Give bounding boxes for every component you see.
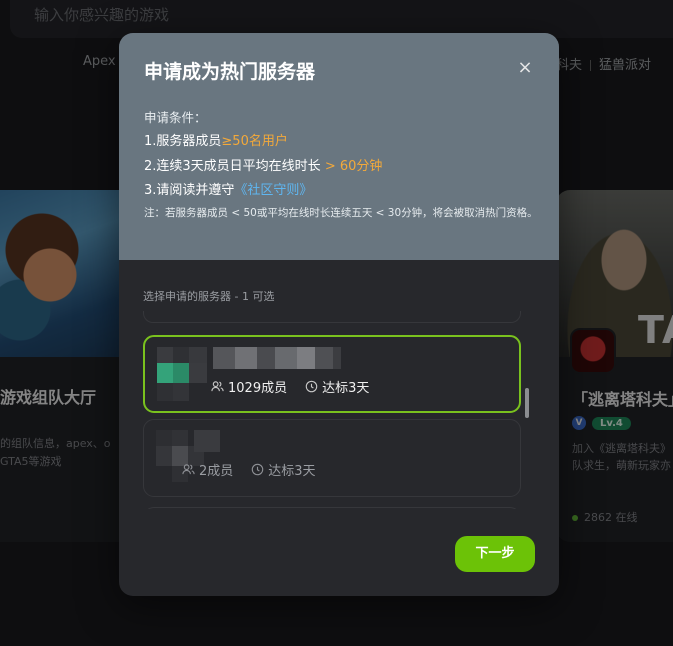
member-count: 1029成员 bbox=[228, 381, 288, 396]
clock-icon bbox=[252, 463, 264, 476]
qualified-days: 达标3天 bbox=[268, 464, 316, 479]
users-icon bbox=[182, 464, 195, 475]
select-server-label: 选择申请的服务器 - 1 可选 bbox=[143, 290, 275, 303]
condition-highlight: > 60分钟 bbox=[320, 159, 383, 174]
condition-rules: 3.请阅读并遵守《社区守则》 bbox=[144, 183, 313, 198]
server-stats: 1029成员 达标3天 bbox=[211, 377, 369, 396]
server-list-scrollbar[interactable] bbox=[525, 388, 529, 418]
dialog-header: 申请成为热门服务器 × 申请条件： 1.服务器成员≥50名用户 2.连续3天成员… bbox=[119, 33, 559, 260]
server-name-blurred bbox=[194, 430, 220, 452]
server-card-partial bbox=[143, 311, 521, 323]
server-card-partial bbox=[143, 507, 521, 509]
revocation-note: 注：若服务器成员 < 50或平均在线时长连续五天 < 30分钟，将会被取消热门资… bbox=[144, 207, 538, 219]
condition-highlight: ≥50名用户 bbox=[221, 134, 288, 149]
condition-online-time: 2.连续3天成员日平均在线时长 > 60分钟 bbox=[144, 159, 383, 174]
server-list[interactable]: 1029成员 达标3天 2成员 达标3天 bbox=[143, 311, 523, 509]
dialog-title: 申请成为热门服务器 bbox=[144, 61, 316, 83]
clock-icon bbox=[305, 380, 318, 393]
qualified-days: 达标3天 bbox=[322, 381, 370, 396]
community-rules-link[interactable]: 《社区守则》 bbox=[234, 183, 312, 198]
apply-hot-server-dialog: 申请成为热门服务器 × 申请条件： 1.服务器成员≥50名用户 2.连续3天成员… bbox=[119, 33, 559, 596]
server-option-selected[interactable]: 1029成员 达标3天 bbox=[143, 335, 521, 413]
conditions-heading: 申请条件： bbox=[144, 110, 207, 125]
server-stats: 2成员 达标3天 bbox=[182, 460, 316, 479]
condition-members: 1.服务器成员≥50名用户 bbox=[144, 134, 288, 149]
server-name-blurred bbox=[213, 347, 341, 369]
users-icon bbox=[211, 381, 224, 392]
server-avatar-blurred bbox=[157, 347, 207, 403]
close-icon[interactable]: × bbox=[515, 58, 535, 78]
server-option[interactable]: 2成员 达标3天 bbox=[143, 419, 521, 497]
next-step-button[interactable]: 下一步 bbox=[455, 536, 535, 572]
member-count: 2成员 bbox=[199, 464, 234, 479]
